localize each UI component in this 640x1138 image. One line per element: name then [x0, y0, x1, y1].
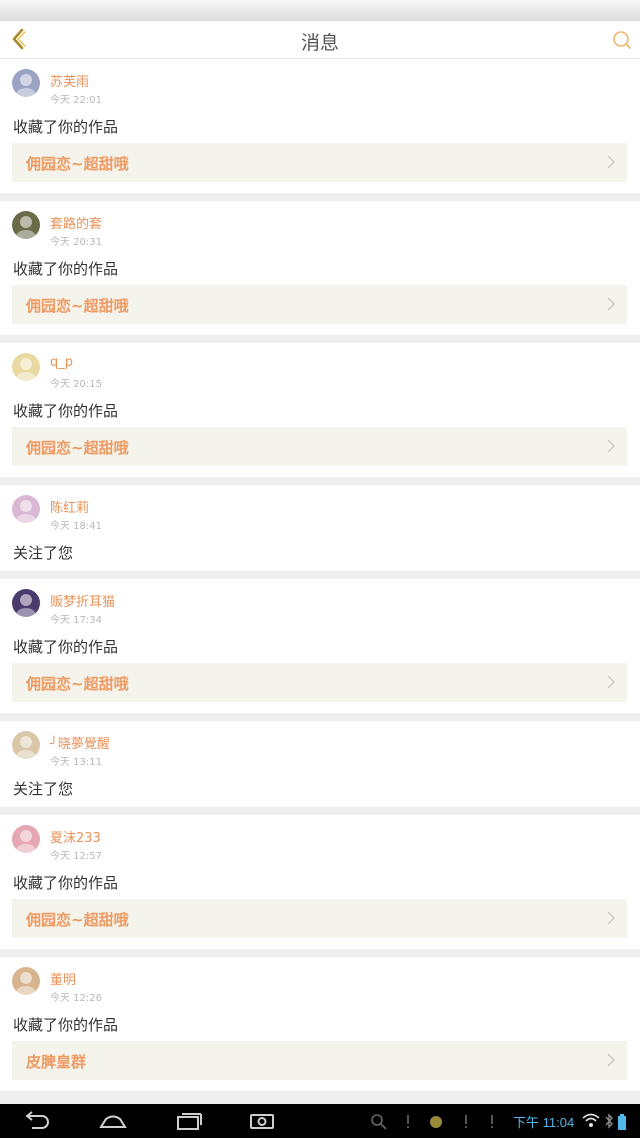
- timestamp: 今天 18:41: [50, 521, 102, 532]
- action-text: 收藏了你的作品: [13, 1016, 119, 1034]
- timestamp: 今天 20:15: [50, 379, 102, 390]
- action-text: 关注了您: [13, 780, 74, 798]
- work-title: 佣园恋~超甜哦: [26, 675, 129, 693]
- work-link[interactable]: 佣园恋~超甜哦: [12, 427, 627, 466]
- chevron-right-icon: [607, 155, 615, 169]
- avatar[interactable]: [12, 731, 40, 759]
- username[interactable]: 董明: [50, 969, 76, 988]
- username[interactable]: ╯晓夢覺醒: [50, 733, 110, 752]
- nav-back-icon[interactable]: [22, 1111, 52, 1131]
- header-bar: 消息: [0, 21, 640, 59]
- work-title: 佣园恋~超甜哦: [26, 297, 129, 315]
- work-link[interactable]: 佣园恋~超甜哦: [12, 663, 627, 702]
- top-strip: [0, 0, 640, 22]
- timestamp: 今天 13:11: [50, 757, 102, 768]
- timestamp: 今天 12:57: [50, 851, 102, 862]
- avatar[interactable]: [12, 211, 40, 239]
- action-text: 收藏了你的作品: [13, 874, 119, 892]
- message-card[interactable]: 苏芙雨今天 22:01 收藏了你的作品佣园恋~超甜哦: [0, 59, 640, 193]
- alert-icon: [465, 1115, 467, 1128]
- username[interactable]: 苏芙雨: [50, 71, 89, 90]
- username[interactable]: 陈红莉: [50, 497, 89, 516]
- username[interactable]: 夏沫233: [50, 827, 101, 846]
- work-title: 佣园恋~超甜哦: [26, 439, 129, 457]
- chevron-right-icon: [607, 1053, 615, 1067]
- chevron-right-icon: [607, 911, 615, 925]
- message-card[interactable]: 贩梦折耳猫今天 17:34 收藏了你的作品佣园恋~超甜哦: [0, 579, 640, 713]
- system-nav-bar: 下午 11:04: [0, 1104, 640, 1138]
- message-card[interactable]: q_p 今天 20:15 收藏了你的作品佣园恋~超甜哦: [0, 343, 640, 477]
- avatar[interactable]: [12, 69, 40, 97]
- work-title: 佣园恋~超甜哦: [26, 911, 129, 929]
- screenshot-icon[interactable]: [249, 1111, 275, 1131]
- alert-icon: [407, 1115, 409, 1128]
- avatar[interactable]: [12, 967, 40, 995]
- message-card[interactable]: 套路的套今天 20:31 收藏了你的作品佣园恋~超甜哦: [0, 201, 640, 335]
- timestamp: 今天 12:26: [50, 993, 102, 1004]
- app-notification-icon: [430, 1116, 442, 1128]
- battery-icon: [618, 1114, 626, 1130]
- username[interactable]: 套路的套: [50, 213, 102, 232]
- search-button[interactable]: [608, 26, 636, 54]
- avatar[interactable]: [12, 495, 40, 523]
- work-title: 佣园恋~超甜哦: [26, 155, 129, 173]
- alert-icon: [491, 1115, 493, 1128]
- avatar[interactable]: [12, 589, 40, 617]
- message-card[interactable]: ╯晓夢覺醒今天 13:11 关注了您: [0, 721, 640, 807]
- search-icon: [613, 31, 631, 49]
- message-card[interactable]: 夏沫233 今天 12:57 收藏了你的作品佣园恋~超甜哦: [0, 815, 640, 949]
- avatar[interactable]: [12, 825, 40, 853]
- action-text: 收藏了你的作品: [13, 260, 119, 278]
- message-list: 苏芙雨 今天 22:01 收藏了你的作品 佣园恋~超甜哦 套路的套 今天 20:31 收藏了…: [0, 59, 640, 1099]
- work-link[interactable]: 佣园恋~超甜哦: [12, 899, 627, 938]
- username[interactable]: q_p: [50, 355, 73, 370]
- nav-home-icon[interactable]: [98, 1111, 128, 1131]
- page-title: 消息: [300, 32, 339, 54]
- work-title: 皮脾皇群: [26, 1053, 87, 1071]
- timestamp: 今天 20:31: [50, 237, 102, 248]
- message-card[interactable]: 陈红莉今天 18:41 关注了您: [0, 485, 640, 571]
- status-clock: 下午 11:04: [513, 1115, 575, 1130]
- work-link[interactable]: 皮脾皇群: [12, 1041, 627, 1080]
- chevron-right-icon: [607, 675, 615, 689]
- work-link[interactable]: 佣园恋~超甜哦: [12, 143, 627, 182]
- search-icon: [371, 1114, 387, 1130]
- timestamp: 今天 17:34: [50, 615, 102, 626]
- avatar[interactable]: [12, 353, 40, 381]
- action-text: 收藏了你的作品: [13, 118, 119, 136]
- message-card[interactable]: 董明今天 12:26 收藏了你的作品皮脾皇群: [0, 957, 640, 1091]
- wifi-icon: [582, 1113, 600, 1127]
- chevron-right-icon: [607, 439, 615, 453]
- work-link[interactable]: 佣园恋~超甜哦: [12, 285, 627, 324]
- nav-recent-apps-icon[interactable]: [174, 1111, 204, 1131]
- bluetooth-icon: [605, 1113, 613, 1129]
- action-text: 收藏了你的作品: [13, 402, 119, 420]
- action-text: 关注了您: [13, 544, 74, 562]
- timestamp: 今天 22:01: [50, 95, 102, 106]
- chevron-right-icon: [607, 297, 615, 311]
- action-text: 收藏了你的作品: [13, 638, 119, 656]
- username[interactable]: 贩梦折耳猫: [50, 591, 115, 610]
